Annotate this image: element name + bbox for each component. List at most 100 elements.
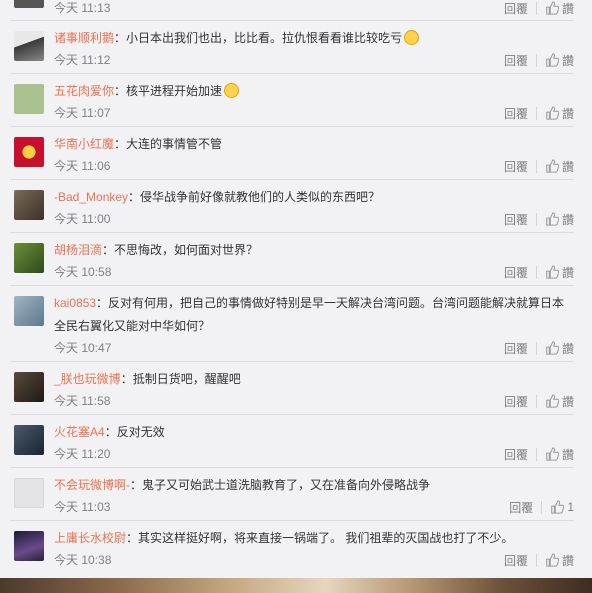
thumbs-up-icon — [546, 447, 559, 461]
avatar[interactable] — [14, 372, 44, 402]
like-button[interactable]: 讚 — [545, 446, 574, 463]
divider — [535, 447, 537, 461]
avatar[interactable] — [14, 31, 44, 61]
like-button[interactable]: 讚 — [545, 393, 574, 410]
comment-text: ：反对有何用，把自己的事情做好特别是早一天解决台湾问题。台湾问题能解决就算日本 — [96, 296, 565, 310]
comment-text: ：侵华战争前好像就教他们的人类似的东西吧？ — [128, 190, 381, 204]
comment-time: 今天 10:47 — [54, 341, 112, 355]
divider — [535, 212, 537, 226]
divider — [535, 159, 537, 173]
comment-time: 今天 11:12 — [54, 53, 111, 67]
comment-actions: 回覆 讚 — [504, 0, 574, 16]
avatar[interactable] — [14, 0, 44, 8]
reply-button[interactable]: 回覆 — [504, 340, 528, 357]
avatar[interactable] — [14, 478, 44, 508]
avatar[interactable] — [14, 425, 44, 455]
avatar[interactable] — [14, 296, 44, 326]
comment-text: ：鬼子又可始武士道洗脑教育了，又在准备向外侵略战争 — [130, 478, 431, 492]
comment-item: 火花塞A4：反对无效 今天 11:20 回覆 讚 — [0, 415, 592, 468]
like-count: 讚 — [561, 553, 574, 568]
like-button[interactable]: 1 — [550, 500, 574, 514]
comment-username[interactable]: 火花塞A4 — [54, 425, 105, 439]
like-button[interactable]: 讚 — [545, 211, 574, 228]
thumbs-up-icon — [546, 53, 559, 67]
like-count: 讚 — [561, 106, 574, 121]
comment-item: 不会玩微博啊-：鬼子又可始武士道洗脑教育了，又在准备向外侵略战争 今天 11:0… — [0, 468, 592, 521]
divider — [535, 1, 537, 15]
comment-username[interactable]: _朕也玩微博 — [54, 372, 121, 386]
comment-time: 今天 10:58 — [54, 265, 112, 279]
reply-button[interactable]: 回覆 — [504, 158, 528, 175]
reply-button[interactable]: 回覆 — [509, 499, 533, 516]
comment-username[interactable]: -Bad_Monkey — [54, 190, 128, 204]
thumbs-up-icon — [546, 159, 559, 173]
divider — [541, 500, 543, 514]
like-button[interactable]: 讚 — [545, 105, 574, 122]
reply-button[interactable]: 回覆 — [504, 105, 528, 122]
reply-button[interactable]: 回覆 — [504, 52, 528, 69]
comment-item: 华南小红魔：大连的事情管不管 今天 11:06 回覆 讚 — [0, 127, 592, 180]
thumbs-up-icon — [546, 106, 559, 120]
divider — [535, 106, 537, 120]
comment-actions: 回覆 讚 — [504, 552, 574, 568]
like-count: 讚 — [561, 159, 574, 174]
like-count: 讚 — [561, 265, 574, 280]
reply-button[interactable]: 回覆 — [504, 393, 528, 410]
emoji-icon — [224, 83, 240, 98]
comment-actions: 回覆 讚 — [504, 264, 574, 280]
comment-username[interactable]: 五花肉爱你 — [54, 84, 114, 98]
like-button[interactable]: 讚 — [545, 0, 574, 17]
like-button[interactable]: 讚 — [545, 52, 574, 69]
thumbs-up-icon — [551, 500, 565, 514]
divider — [535, 53, 537, 67]
comment-item: 五花肉爱你：核平进程开始加速 今天 11:07 回覆 讚 — [0, 74, 592, 127]
comment-list: 今天 11:13 回覆 讚 诸事顺利鹅：小日本出我们也出，比比看。拉仇恨看看谁比… — [0, 0, 592, 578]
divider — [535, 553, 537, 567]
avatar[interactable] — [14, 190, 44, 220]
comment-username[interactable]: 诸事顺利鹅 — [54, 31, 114, 45]
divider — [535, 265, 537, 279]
comment-actions: 回覆 讚 — [504, 52, 574, 68]
like-button[interactable]: 讚 — [545, 158, 574, 175]
comment-actions: 回覆 讚 — [504, 158, 574, 174]
avatar[interactable] — [14, 84, 44, 114]
like-count: 讚 — [561, 394, 574, 409]
thumbs-up-icon — [546, 1, 559, 15]
reply-button[interactable]: 回覆 — [504, 0, 528, 17]
comment-text: ：其实这样挺好啊，将来直接一锅端了。 我们祖辈的灭国战也打了不少。 — [126, 531, 514, 545]
like-count: 讚 — [561, 1, 574, 16]
comment-time: 今天 11:00 — [54, 212, 111, 226]
comment-actions: 回覆 1 — [509, 499, 574, 515]
comment-username[interactable]: 华南小红魔 — [54, 137, 114, 151]
avatar[interactable] — [14, 243, 44, 273]
comment-item: 胡杨泪滴：不思悔改，如何面对世界？ 今天 10:58 回覆 讚 — [0, 233, 592, 286]
comment-text-continued: 全民右翼化又能对中华如何？ — [54, 319, 211, 333]
thumbs-up-icon — [546, 341, 559, 355]
comment-username[interactable]: 上庸长水校尉 — [54, 531, 126, 545]
thumbs-up-icon — [546, 394, 559, 408]
reply-button[interactable]: 回覆 — [504, 552, 528, 569]
avatar[interactable] — [14, 137, 44, 167]
like-button[interactable]: 讚 — [545, 264, 574, 281]
like-count: 讚 — [561, 447, 574, 462]
comment-text: ：反对无效 — [104, 425, 165, 439]
comment-item: 诸事顺利鹅：小日本出我们也出，比比看。拉仇恨看看谁比较吃亏 今天 11:12 回… — [0, 21, 592, 74]
emoji-icon — [404, 30, 420, 45]
comment-username[interactable]: kai0853 — [54, 296, 96, 310]
reply-button[interactable]: 回覆 — [504, 446, 528, 463]
reply-button[interactable]: 回覆 — [504, 264, 528, 281]
comment-username[interactable]: 不会玩微博啊- — [54, 478, 130, 492]
bottom-image-strip — [0, 578, 592, 593]
like-count: 讚 — [561, 341, 574, 356]
comment-time: 今天 11:03 — [54, 500, 111, 514]
thumbs-up-icon — [546, 553, 559, 567]
reply-button[interactable]: 回覆 — [504, 211, 528, 228]
comment-item: _朕也玩微博：抵制日货吧，醒醒吧 今天 11:58 回覆 讚 — [0, 362, 592, 415]
comment-item: kai0853：反对有何用，把自己的事情做好特别是早一天解决台湾问题。台湾问题能… — [0, 286, 592, 362]
avatar[interactable] — [14, 531, 44, 561]
divider — [535, 341, 537, 355]
comment-username[interactable]: 胡杨泪滴 — [54, 243, 102, 257]
comment-text: ：不思悔改，如何面对世界？ — [102, 243, 259, 257]
like-button[interactable]: 讚 — [545, 552, 574, 569]
like-button[interactable]: 讚 — [545, 340, 574, 357]
